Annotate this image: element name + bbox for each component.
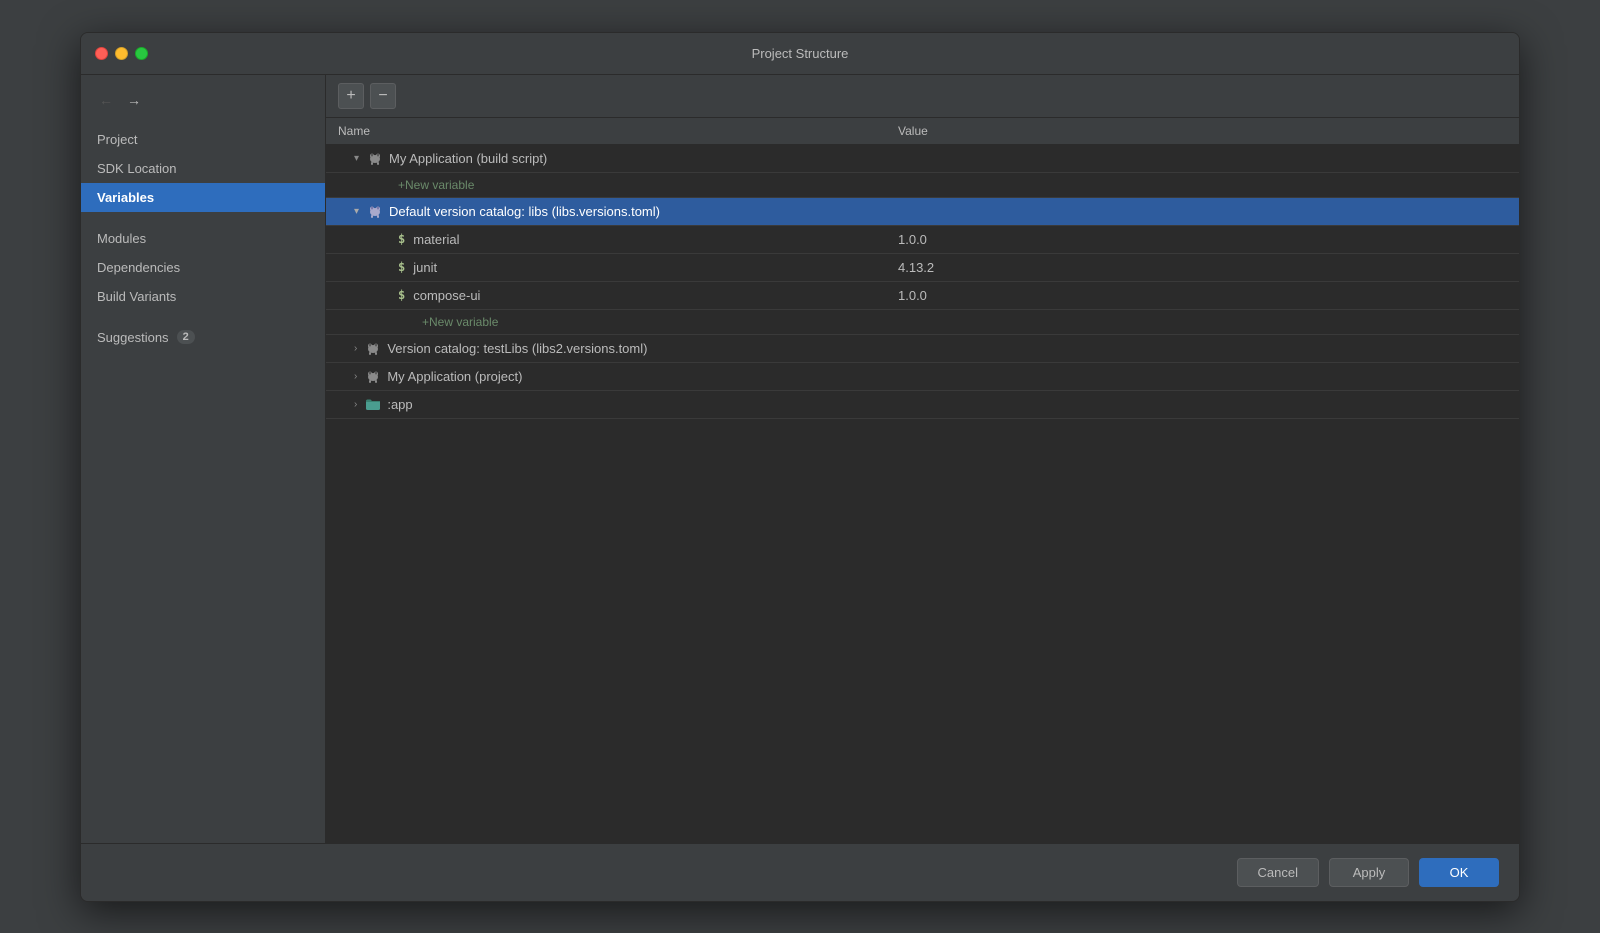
variable-icon: $: [398, 288, 405, 302]
chevron-down-icon[interactable]: ▾: [354, 153, 359, 164]
sidebar-item-dependencies[interactable]: Dependencies: [81, 253, 325, 282]
gradle-icon: [365, 340, 381, 356]
toolbar: + −: [326, 75, 1519, 118]
variable-icon: $: [398, 260, 405, 274]
row-name: $ compose-ui: [326, 283, 886, 308]
sidebar: ← → Project SDK Location Variables Modul…: [81, 75, 326, 843]
header-name: Name: [326, 118, 886, 144]
table-header: Name Value: [326, 118, 1519, 145]
new-variable-link[interactable]: +New variable: [326, 173, 886, 197]
chevron-right-icon[interactable]: ›: [354, 371, 357, 382]
add-variable-button[interactable]: +: [338, 83, 364, 109]
gradle-icon: [367, 203, 383, 219]
sidebar-item-sdk-location[interactable]: SDK Location: [81, 154, 325, 183]
table-row[interactable]: ▾ Default version catalog: libs (libs.ve…: [326, 198, 1519, 226]
sidebar-item-build-variants[interactable]: Build Variants: [81, 282, 325, 311]
table-row[interactable]: › My Application (project): [326, 363, 1519, 391]
row-label: My Application (build script): [389, 151, 547, 166]
chevron-down-icon[interactable]: ▾: [354, 206, 359, 217]
table-row[interactable]: $ junit 4.13.2: [326, 254, 1519, 282]
table-row[interactable]: ▾ My Application (build script): [326, 145, 1519, 173]
row-value: 1.0.0: [886, 283, 1519, 308]
gradle-icon: [367, 150, 383, 166]
row-label: compose-ui: [413, 288, 480, 303]
sidebar-item-modules[interactable]: Modules: [81, 224, 325, 253]
sidebar-item-project[interactable]: Project: [81, 125, 325, 154]
row-label: My Application (project): [387, 369, 522, 384]
nav-arrows: ← →: [81, 87, 325, 125]
ok-button[interactable]: OK: [1419, 858, 1499, 887]
variables-table: Name Value ▾: [326, 118, 1519, 843]
minimize-button[interactable]: [115, 47, 128, 60]
row-value: [886, 317, 1519, 327]
row-label: :app: [387, 397, 412, 412]
row-name: › My Application (project): [326, 363, 886, 389]
row-label: Default version catalog: libs (libs.vers…: [389, 204, 660, 219]
chevron-right-icon[interactable]: ›: [354, 399, 357, 410]
dialog-footer: Cancel Apply OK: [81, 843, 1519, 901]
back-button[interactable]: ←: [97, 91, 115, 109]
table-row[interactable]: +New variable: [326, 173, 1519, 198]
new-variable-link-2[interactable]: +New variable: [326, 310, 886, 334]
chevron-right-icon[interactable]: ›: [354, 343, 357, 354]
row-value: [886, 343, 1519, 353]
row-name: $ material: [326, 227, 886, 252]
row-value: 1.0.0: [886, 227, 1519, 252]
row-value: [886, 180, 1519, 190]
remove-variable-button[interactable]: −: [370, 83, 396, 109]
row-value: [886, 371, 1519, 381]
row-value: 4.13.2: [886, 255, 1519, 280]
sidebar-item-suggestions[interactable]: Suggestions 2: [81, 323, 325, 352]
dialog-body: ← → Project SDK Location Variables Modul…: [81, 75, 1519, 843]
dialog-title: Project Structure: [752, 46, 849, 61]
apply-button[interactable]: Apply: [1329, 858, 1409, 887]
row-label: Version catalog: testLibs (libs2.version…: [387, 341, 647, 356]
header-value: Value: [886, 118, 1519, 144]
table-row[interactable]: › Version catalog: testLibs (libs2.versi…: [326, 335, 1519, 363]
main-content: + − Name Value ▾: [326, 75, 1519, 843]
close-button[interactable]: [95, 47, 108, 60]
gradle-icon: [365, 368, 381, 384]
row-name: › :app: [326, 391, 886, 417]
variable-icon: $: [398, 232, 405, 246]
sidebar-item-variables[interactable]: Variables: [81, 183, 325, 212]
title-bar: Project Structure: [81, 33, 1519, 75]
cancel-button[interactable]: Cancel: [1237, 858, 1319, 887]
sidebar-items: Project SDK Location Variables Modules D…: [81, 125, 325, 352]
forward-button[interactable]: →: [125, 91, 143, 109]
project-structure-dialog: Project Structure ← → Project SDK Locati…: [80, 32, 1520, 902]
row-name: › Version catalog: testLibs (libs2.versi…: [326, 335, 886, 361]
sidebar-divider: [81, 212, 325, 224]
table-row[interactable]: +New variable: [326, 310, 1519, 335]
maximize-button[interactable]: [135, 47, 148, 60]
table-row[interactable]: $ compose-ui 1.0.0: [326, 282, 1519, 310]
row-label: material: [413, 232, 459, 247]
row-value: [886, 153, 1519, 163]
sidebar-divider-2: [81, 311, 325, 323]
row-name: ▾ Default version catalog: libs (libs.ve…: [326, 198, 886, 224]
row-value: [886, 206, 1519, 216]
window-controls: [95, 47, 148, 60]
row-label: junit: [413, 260, 437, 275]
table-row[interactable]: › :app: [326, 391, 1519, 419]
folder-icon: [365, 396, 381, 412]
row-name: $ junit: [326, 255, 886, 280]
row-value: [886, 399, 1519, 409]
table-row[interactable]: $ material 1.0.0: [326, 226, 1519, 254]
row-name: ▾ My Application (build script): [326, 145, 886, 171]
suggestions-badge: 2: [177, 330, 195, 344]
